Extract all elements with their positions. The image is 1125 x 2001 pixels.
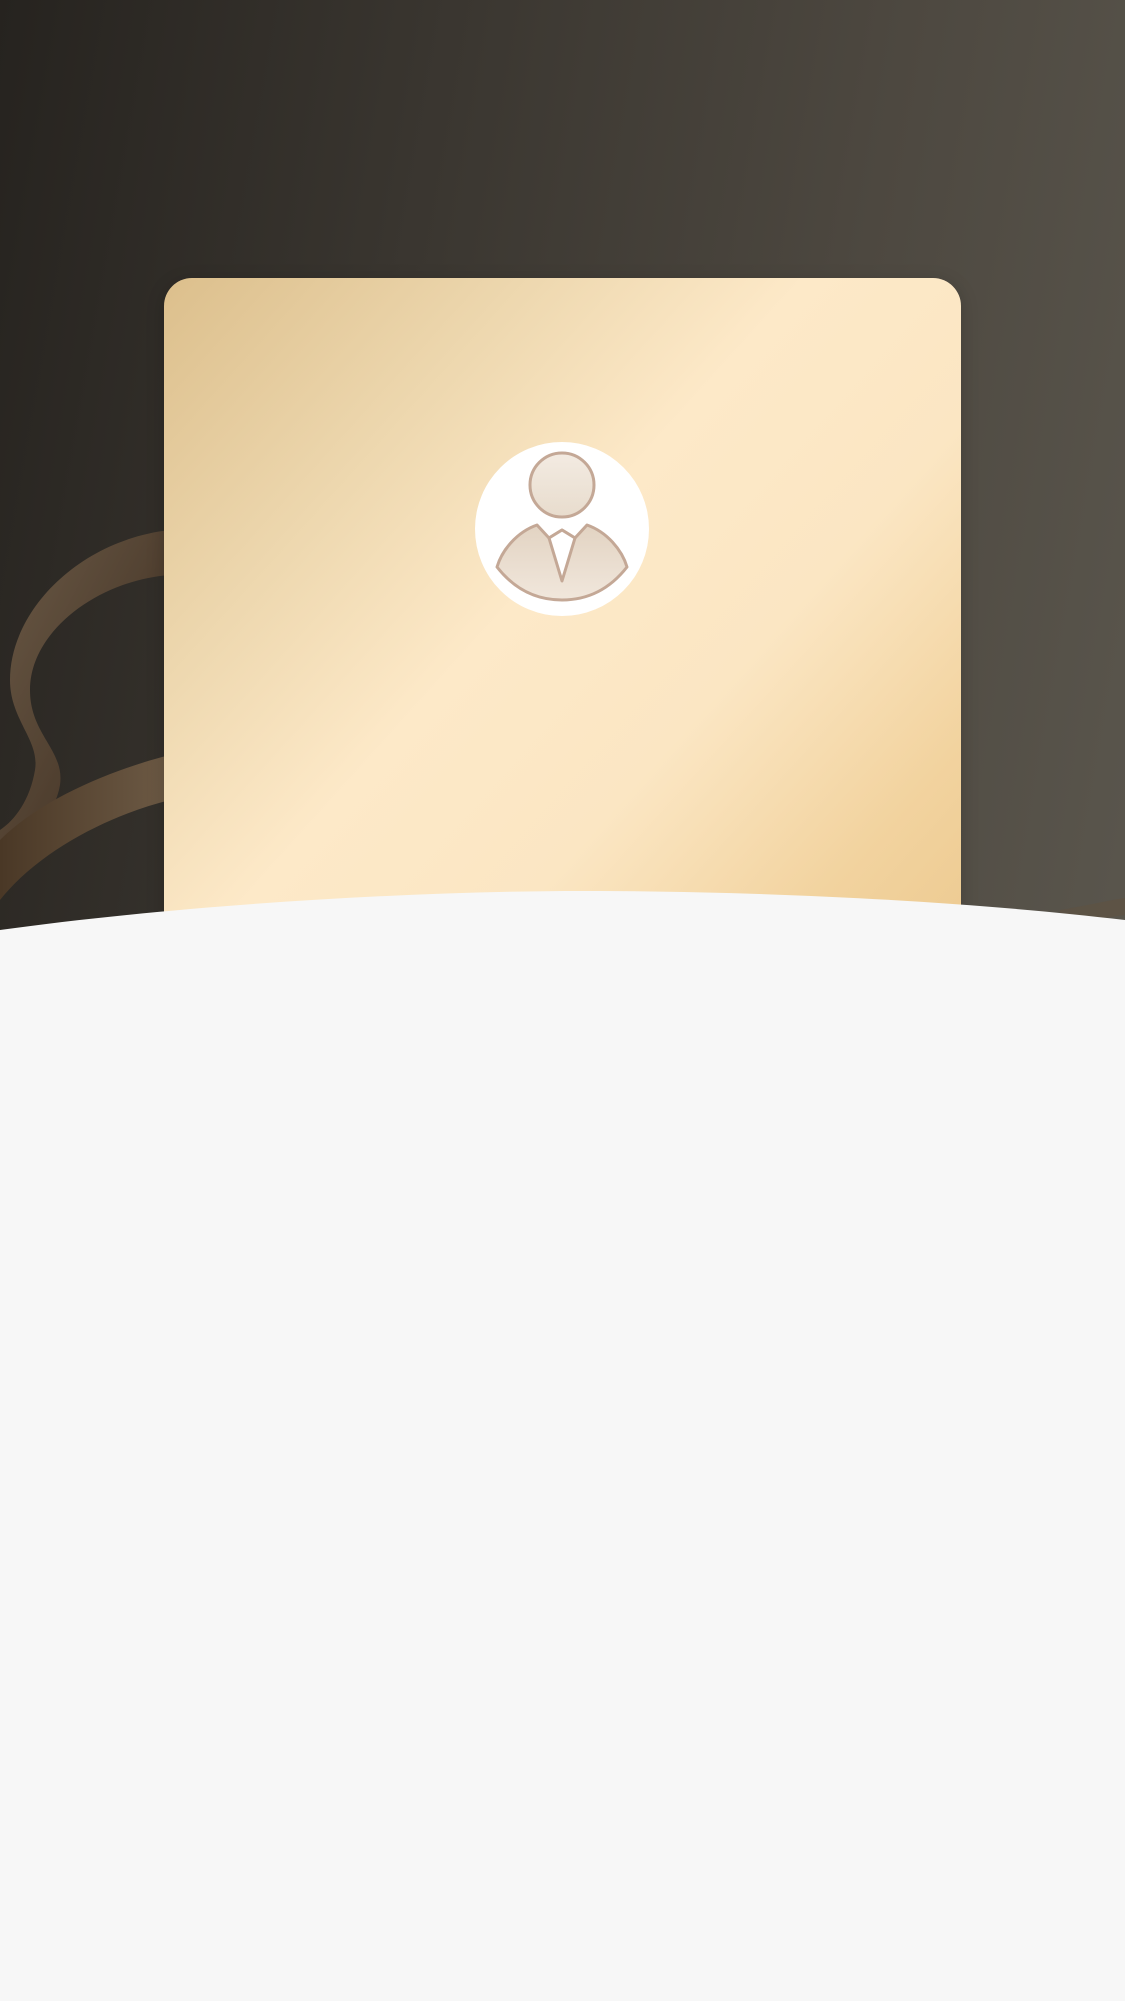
profile-page [0, 0, 1125, 2001]
content-sheet [0, 890, 1125, 2001]
